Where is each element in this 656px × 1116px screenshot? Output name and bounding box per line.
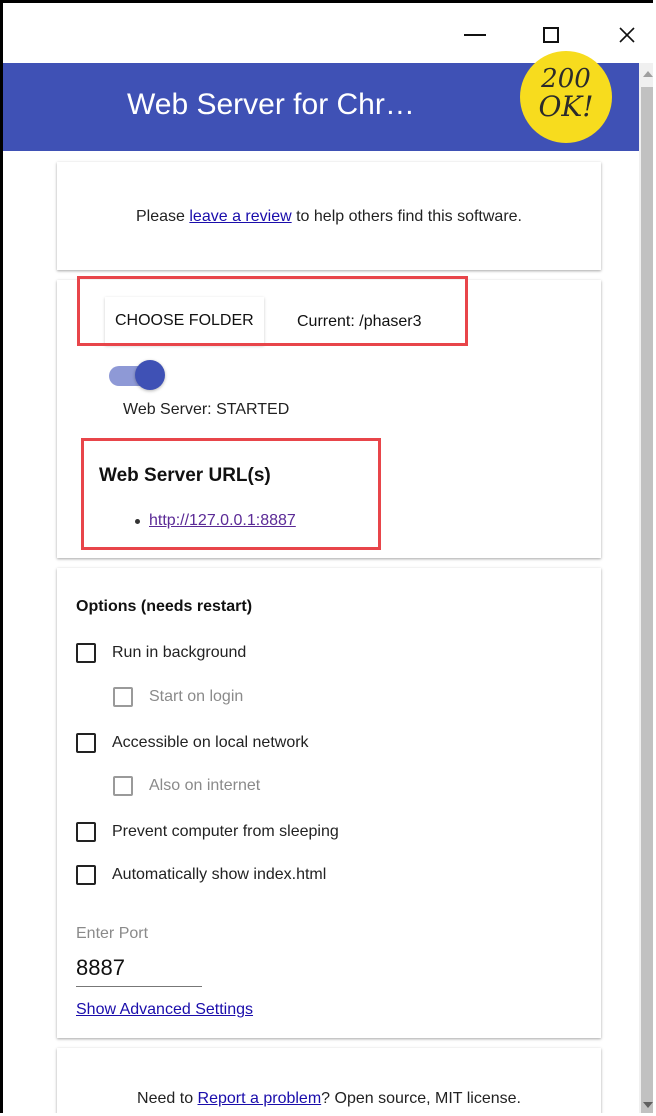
highlight-box-urls <box>81 438 381 550</box>
footer-suffix: ? Open source, MIT license. <box>321 1090 521 1107</box>
option-also-on-internet[interactable]: Also on internet <box>113 776 260 796</box>
options-card: Options (needs restart) Run in backgroun… <box>57 568 601 1038</box>
review-message: Please leave a review to help others fin… <box>57 208 601 226</box>
maximize-icon <box>543 27 559 43</box>
vertical-scrollbar[interactable] <box>639 63 653 1113</box>
minimize-icon <box>464 34 486 36</box>
show-index-html-checkbox[interactable] <box>76 865 96 885</box>
prevent-sleeping-label: Prevent computer from sleeping <box>112 823 339 840</box>
show-advanced-settings-link[interactable]: Show Advanced Settings <box>76 1001 253 1019</box>
option-run-in-background[interactable]: Run in background <box>76 643 246 663</box>
review-card: Please leave a review to help others fin… <box>57 162 601 270</box>
app-window: Web Server for Chr… 200 OK! Please leave… <box>0 0 653 1113</box>
show-index-html-label: Automatically show index.html <box>112 866 327 883</box>
logo-text-ok: OK! <box>538 90 594 123</box>
footer-card: Need to Report a problem? Open source, M… <box>57 1048 601 1113</box>
run-in-background-checkbox[interactable] <box>76 643 96 663</box>
scroll-down-icon[interactable] <box>643 1102 653 1108</box>
also-on-internet-label: Also on internet <box>149 777 261 794</box>
maximize-button[interactable] <box>531 15 571 55</box>
scrollbar-thumb[interactable] <box>641 87 653 1113</box>
option-prevent-sleeping[interactable]: Prevent computer from sleeping <box>76 822 339 842</box>
highlight-box-folder <box>77 276 468 346</box>
server-card: CHOOSE FOLDER Current: /phaser3 Web Serv… <box>57 276 601 558</box>
app-title: Web Server for Chr… <box>127 88 415 121</box>
close-button[interactable] <box>607 15 647 55</box>
start-on-login-label: Start on login <box>149 688 244 705</box>
server-status-text: Web Server: STARTED <box>123 401 290 418</box>
review-prefix: Please <box>136 208 190 225</box>
scroll-up-icon[interactable] <box>643 71 653 77</box>
close-icon <box>619 27 635 43</box>
leave-review-link[interactable]: leave a review <box>189 208 291 225</box>
footer-message: Need to Report a problem? Open source, M… <box>57 1090 601 1108</box>
start-on-login-checkbox[interactable] <box>113 687 133 707</box>
port-input[interactable]: 8887 <box>76 955 202 987</box>
server-toggle-thumb[interactable] <box>135 360 165 390</box>
option-start-on-login[interactable]: Start on login <box>113 687 243 707</box>
app-logo: 200 OK! <box>520 51 612 143</box>
option-accessible-local-network[interactable]: Accessible on local network <box>76 733 309 753</box>
port-label: Enter Port <box>76 925 149 942</box>
report-problem-link[interactable]: Report a problem <box>198 1090 322 1107</box>
accessible-local-network-label: Accessible on local network <box>112 734 309 751</box>
logo-text-200: 200 <box>541 64 591 94</box>
footer-prefix: Need to <box>137 1090 198 1107</box>
review-suffix: to help others find this software. <box>291 208 522 225</box>
run-in-background-label: Run in background <box>112 644 247 661</box>
minimize-button[interactable] <box>455 15 495 55</box>
prevent-sleeping-checkbox[interactable] <box>76 822 96 842</box>
options-title: Options (needs restart) <box>76 598 253 615</box>
also-on-internet-checkbox[interactable] <box>113 776 133 796</box>
accessible-local-network-checkbox[interactable] <box>76 733 96 753</box>
option-show-index-html[interactable]: Automatically show index.html <box>76 865 326 885</box>
